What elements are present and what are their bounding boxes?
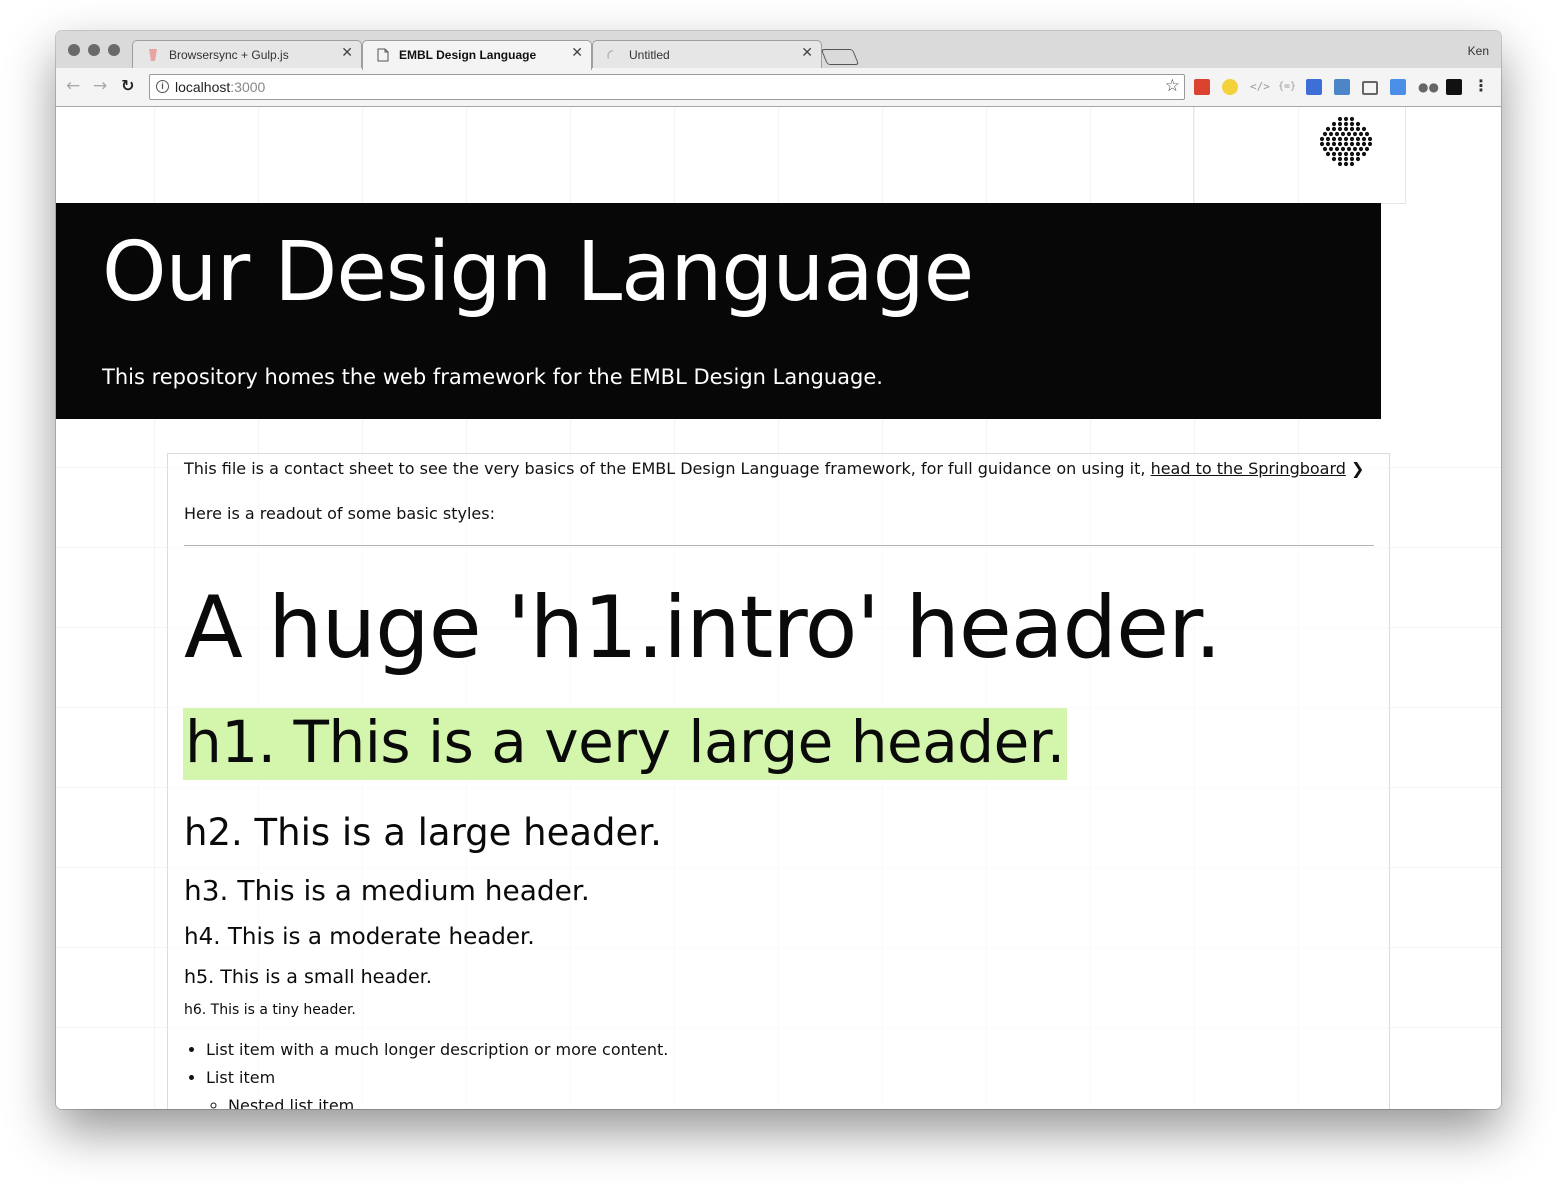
embl-logo-icon[interactable]: [1320, 115, 1372, 169]
address-bar[interactable]: i localhost:3000 ☆: [149, 74, 1185, 100]
contact-sheet-content: This file is a contact sheet to see the …: [167, 453, 1390, 1109]
cast-icon[interactable]: [1362, 81, 1378, 95]
logo-container: [1193, 107, 1406, 204]
tab-title: Browsersync + Gulp.js: [169, 48, 289, 62]
divider: [184, 545, 1374, 546]
forward-arrow-icon[interactable]: →: [93, 77, 107, 95]
h1-header: h1. This is a very large header.: [183, 708, 1067, 780]
bookmark-star-icon[interactable]: ☆: [1165, 76, 1180, 96]
minimize-window-icon[interactable]: [88, 44, 100, 56]
extension-json-icon[interactable]: {=}: [1278, 79, 1296, 95]
list-item: List item Nested list item: [206, 1064, 668, 1109]
h6-header: h6. This is a tiny header.: [184, 1002, 356, 1018]
tab-title: EMBL Design Language: [399, 48, 537, 62]
h5-header: h5. This is a small header.: [184, 966, 432, 988]
extension-gmail-checker-icon[interactable]: [1194, 79, 1210, 95]
new-tab-button[interactable]: [820, 49, 860, 65]
extension-info-icon[interactable]: [1306, 79, 1322, 95]
list-item: List item with a much longer description…: [206, 1036, 668, 1064]
close-tab-icon[interactable]: ✕: [801, 45, 813, 61]
browser-window: Browsersync + Gulp.js ✕ EMBL Design Lang…: [56, 31, 1501, 1109]
tab-browsersync[interactable]: Browsersync + Gulp.js ✕: [132, 40, 362, 69]
browser-toolbar: ← → ↻ i localhost:3000 ☆ </> {=} ●● ⋮: [56, 68, 1501, 107]
close-window-icon[interactable]: [68, 44, 80, 56]
gulp-icon: [149, 49, 157, 61]
page-viewport: Our Design Language This repository home…: [56, 107, 1501, 1109]
url-text[interactable]: localhost:3000: [175, 79, 265, 95]
h4-header: h4. This is a moderate header.: [184, 924, 535, 950]
document-icon: [377, 48, 389, 62]
extension-code-icon[interactable]: </>: [1250, 79, 1270, 95]
masthead: Our Design Language This repository home…: [56, 203, 1381, 419]
springboard-link[interactable]: head to the Springboard: [1151, 459, 1346, 478]
maximize-window-icon[interactable]: [108, 44, 120, 56]
extension-screenshot-icon[interactable]: [1334, 79, 1350, 95]
close-tab-icon[interactable]: ✕: [571, 45, 583, 61]
menu-dots-icon[interactable]: ⋮: [1473, 77, 1489, 95]
reload-icon[interactable]: ↻: [121, 77, 134, 95]
close-tab-icon[interactable]: ✕: [341, 45, 353, 61]
back-arrow-icon[interactable]: ←: [66, 77, 80, 95]
tab-embl-design-language[interactable]: EMBL Design Language ✕: [362, 40, 592, 70]
info-icon[interactable]: i: [156, 80, 169, 93]
extension-sync-icon[interactable]: [1390, 79, 1406, 95]
extension-amazon-icon[interactable]: [1446, 79, 1462, 95]
readout-paragraph: Here is a readout of some basic styles:: [184, 504, 495, 523]
extension-broom-icon[interactable]: [1222, 79, 1238, 95]
bullet-list: List item with a much longer description…: [184, 1036, 668, 1109]
extension-glasses-icon[interactable]: ●●: [1418, 79, 1439, 95]
nested-list: Nested list item: [206, 1092, 668, 1109]
chevron-right-icon: ❯: [1351, 459, 1365, 478]
tab-untitled[interactable]: Untitled ✕: [592, 40, 822, 69]
h2-header: h2. This is a large header.: [184, 811, 662, 854]
h1-intro-header: A huge 'h1.intro' header.: [184, 578, 1222, 678]
masthead-subtitle: This repository homes the web framework …: [102, 365, 883, 389]
profile-name[interactable]: Ken: [1468, 44, 1489, 58]
nested-list-item: Nested list item: [228, 1092, 668, 1109]
intro-paragraph: This file is a contact sheet to see the …: [184, 459, 1365, 478]
tab-strip: Browsersync + Gulp.js ✕ EMBL Design Lang…: [56, 31, 1501, 70]
tab-title: Untitled: [629, 48, 670, 62]
masthead-title: Our Design Language: [102, 225, 974, 320]
loading-spinner-icon: [607, 50, 614, 59]
h3-header: h3. This is a medium header.: [184, 874, 590, 907]
